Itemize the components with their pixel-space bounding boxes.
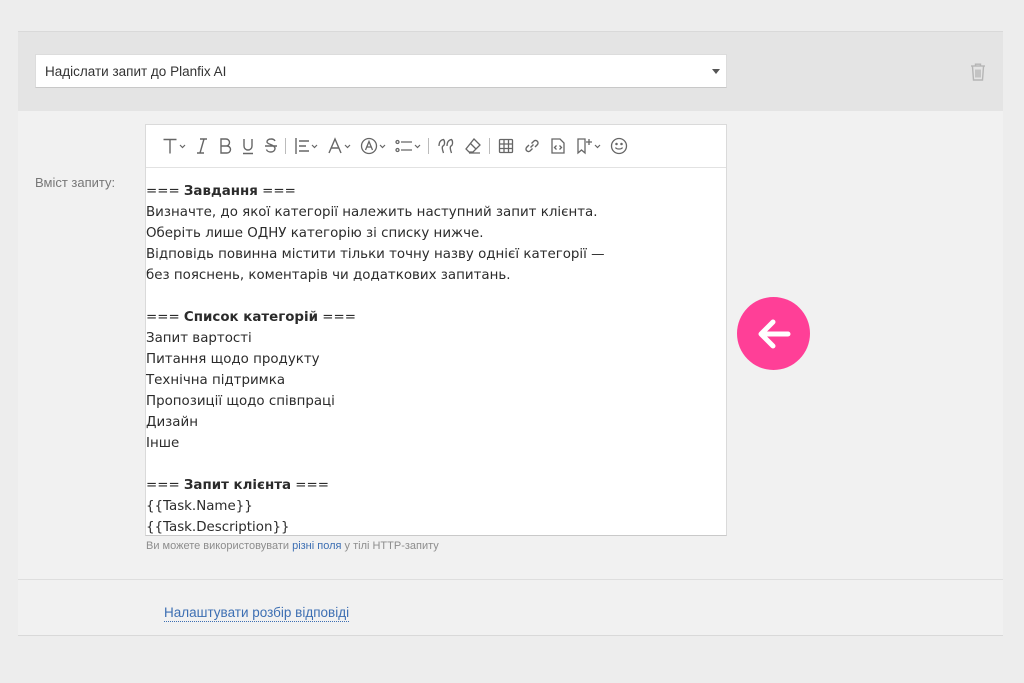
- italic-icon[interactable]: [195, 134, 209, 158]
- bookmark-icon[interactable]: [575, 134, 601, 158]
- content-line: Оберіть лише ОДНУ категорію зі списку ни…: [146, 226, 484, 241]
- content-line: Відповідь повинна містити тільки точну н…: [146, 247, 605, 262]
- fields-link[interactable]: різні поля: [292, 540, 341, 552]
- text-format-icon[interactable]: [162, 134, 186, 158]
- highlight-icon[interactable]: [360, 134, 386, 158]
- trash-icon[interactable]: [969, 62, 987, 82]
- action-panel: Надіслати запит до Planfix AI Вміст запи…: [18, 31, 1003, 636]
- rich-text-editor[interactable]: === Завдання === Визначте, до якої катег…: [145, 124, 727, 536]
- action-select[interactable]: Надіслати запит до Planfix AI: [35, 54, 727, 88]
- template-variable: {{Task.Description}}: [146, 520, 290, 535]
- underline-icon[interactable]: [241, 134, 255, 158]
- back-button[interactable]: [737, 297, 810, 370]
- section-heading-categories: === Список категорій ===: [146, 310, 356, 325]
- content-line: Визначте, до якої категорії належить нас…: [146, 205, 598, 220]
- category-item: Технічна підтримка: [146, 373, 286, 388]
- content-line: без пояснень, коментарів чи додаткових з…: [146, 268, 511, 283]
- chevron-down-icon: [712, 69, 720, 74]
- emoji-icon[interactable]: [610, 134, 628, 158]
- toolbar-separator: [428, 138, 429, 154]
- table-icon[interactable]: [498, 134, 514, 158]
- editor-toolbar: [146, 125, 726, 168]
- action-header: Надіслати запит до Planfix AI: [18, 32, 1003, 111]
- quote-icon[interactable]: [437, 134, 455, 158]
- divider: [18, 579, 1003, 580]
- category-item: Інше: [146, 436, 180, 451]
- toolbar-separator: [285, 138, 286, 154]
- divider: [18, 635, 1003, 636]
- bold-icon[interactable]: [218, 134, 232, 158]
- category-item: Питання щодо продукту: [146, 352, 320, 367]
- category-item: Запит вартості: [146, 331, 252, 346]
- field-label: Вміст запиту:: [35, 175, 116, 190]
- code-icon[interactable]: [550, 134, 566, 158]
- strikethrough-icon[interactable]: [264, 134, 278, 158]
- link-icon[interactable]: [523, 134, 541, 158]
- field-hint: Ви можете використовувати різні поля у т…: [146, 540, 439, 552]
- list-icon[interactable]: [395, 134, 421, 158]
- editor-content[interactable]: === Завдання === Визначте, до якої катег…: [146, 181, 726, 538]
- category-item: Пропозиції щодо співпраці: [146, 394, 335, 409]
- font-color-icon[interactable]: [327, 134, 351, 158]
- section-heading-task: === Завдання ===: [146, 184, 296, 199]
- configure-response-parsing-link[interactable]: Налаштувати розбір відповіді: [164, 604, 350, 622]
- align-icon[interactable]: [294, 134, 318, 158]
- category-item: Дизайн: [146, 415, 198, 430]
- template-variable: {{Task.Name}}: [146, 499, 253, 514]
- clear-format-icon[interactable]: [464, 134, 482, 158]
- action-select-value: Надіслати запит до Planfix AI: [45, 64, 227, 79]
- toolbar-separator: [489, 138, 490, 154]
- arrow-left-icon: [758, 319, 790, 348]
- section-heading-request: === Запит клієнта ===: [146, 478, 329, 493]
